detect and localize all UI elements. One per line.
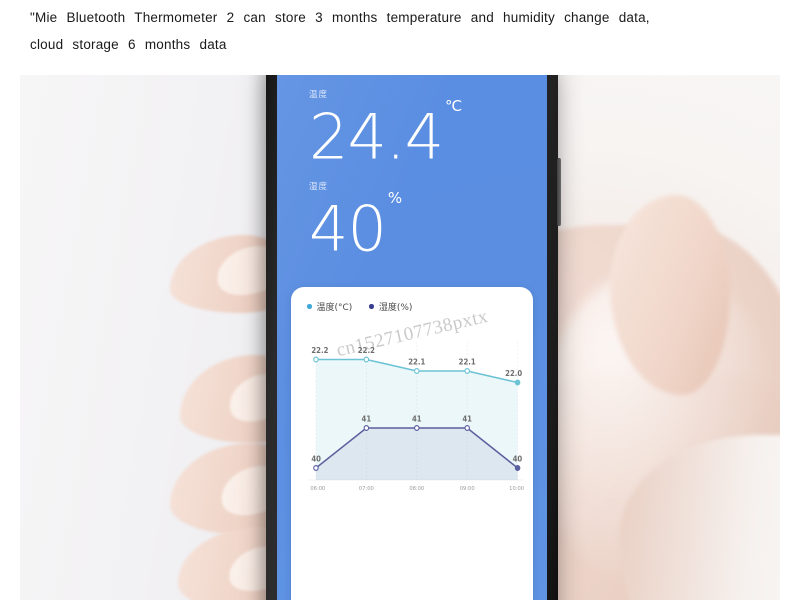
smartphone-device: 温度 24.4 °C 湿度 40% 温度(°C) 湿度(%) 22.2 22.2… [266,75,561,600]
legend-label-temperature: 温度(°C) [316,303,353,313]
history-line-chart: 22.2 22.2 22.1 22.1 22.0 40 41 41 41 40 06:00 07:00… [308,342,525,492]
legend-dot-temperature-icon [307,304,312,309]
humidity-label: 湿度 [309,182,329,192]
legend-dot-humidity-icon [369,304,374,309]
svg-text:22.1: 22.1 [408,357,425,366]
svg-text:41: 41 [362,414,372,423]
svg-text:08:00: 08:00 [409,486,424,492]
svg-text:10:00: 10:00 [509,486,524,492]
svg-text:22.0: 22.0 [505,369,522,378]
power-button[interactable] [557,158,561,226]
temperature-readout: 温度 24.4 °C [309,88,462,169]
legend-label-humidity: 湿度(%) [378,303,413,313]
svg-text:22.1: 22.1 [459,357,476,366]
humidity-readout: 湿度 40% [309,180,402,261]
temperature-value-row: 24.4 °C [309,97,462,169]
history-chart-card[interactable]: 温度(°C) 湿度(%) 22.2 22.2 22.1 22.1 22.0 40 41 41 4… [291,287,533,600]
temperature-unit: °C [445,97,462,115]
svg-text:41: 41 [462,414,472,423]
svg-text:40: 40 [311,454,321,463]
svg-text:06:00: 06:00 [310,486,325,492]
humidity-unit: % [387,189,402,207]
chart-plot-area[interactable]: 22.2 22.2 22.1 22.1 22.0 40 41 41 41 40 06:00 07:00… [303,324,525,499]
svg-text:22.2: 22.2 [311,346,328,355]
phone-screen[interactable]: 温度 24.4 °C 湿度 40% 温度(°C) 湿度(%) 22.2 22.2… [277,75,547,600]
svg-text:40: 40 [513,454,523,463]
humidity-value-row: 40% [309,189,402,261]
svg-text:41: 41 [412,414,422,423]
svg-text:07:00: 07:00 [359,486,374,492]
temperature-value: 24.4 [309,100,444,174]
thermometer-app: 温度 24.4 °C 湿度 40% 温度(°C) 湿度(%) 22.2 22.2… [277,75,547,600]
caption-line-2: cloud storage 6 months data [30,37,227,52]
caption-line-1: "Mie Bluetooth Thermometer 2 can store 3… [30,10,650,25]
legend-item-temperature[interactable]: 温度(°C) [307,300,352,313]
svg-text:22.2: 22.2 [358,346,375,355]
product-photo: 温度 24.4 °C 湿度 40% 温度(°C) 湿度(%) 22.2 22.2… [20,75,780,600]
svg-text:09:00: 09:00 [460,486,475,492]
legend-item-humidity[interactable]: 湿度(%) [369,300,412,313]
temperature-label: 温度 [309,90,329,100]
caption-text: "Mie Bluetooth Thermometer 2 can store 3… [30,4,772,58]
chart-legend: 温度(°C) 湿度(%) [307,300,412,313]
humidity-value: 40 [309,192,387,266]
